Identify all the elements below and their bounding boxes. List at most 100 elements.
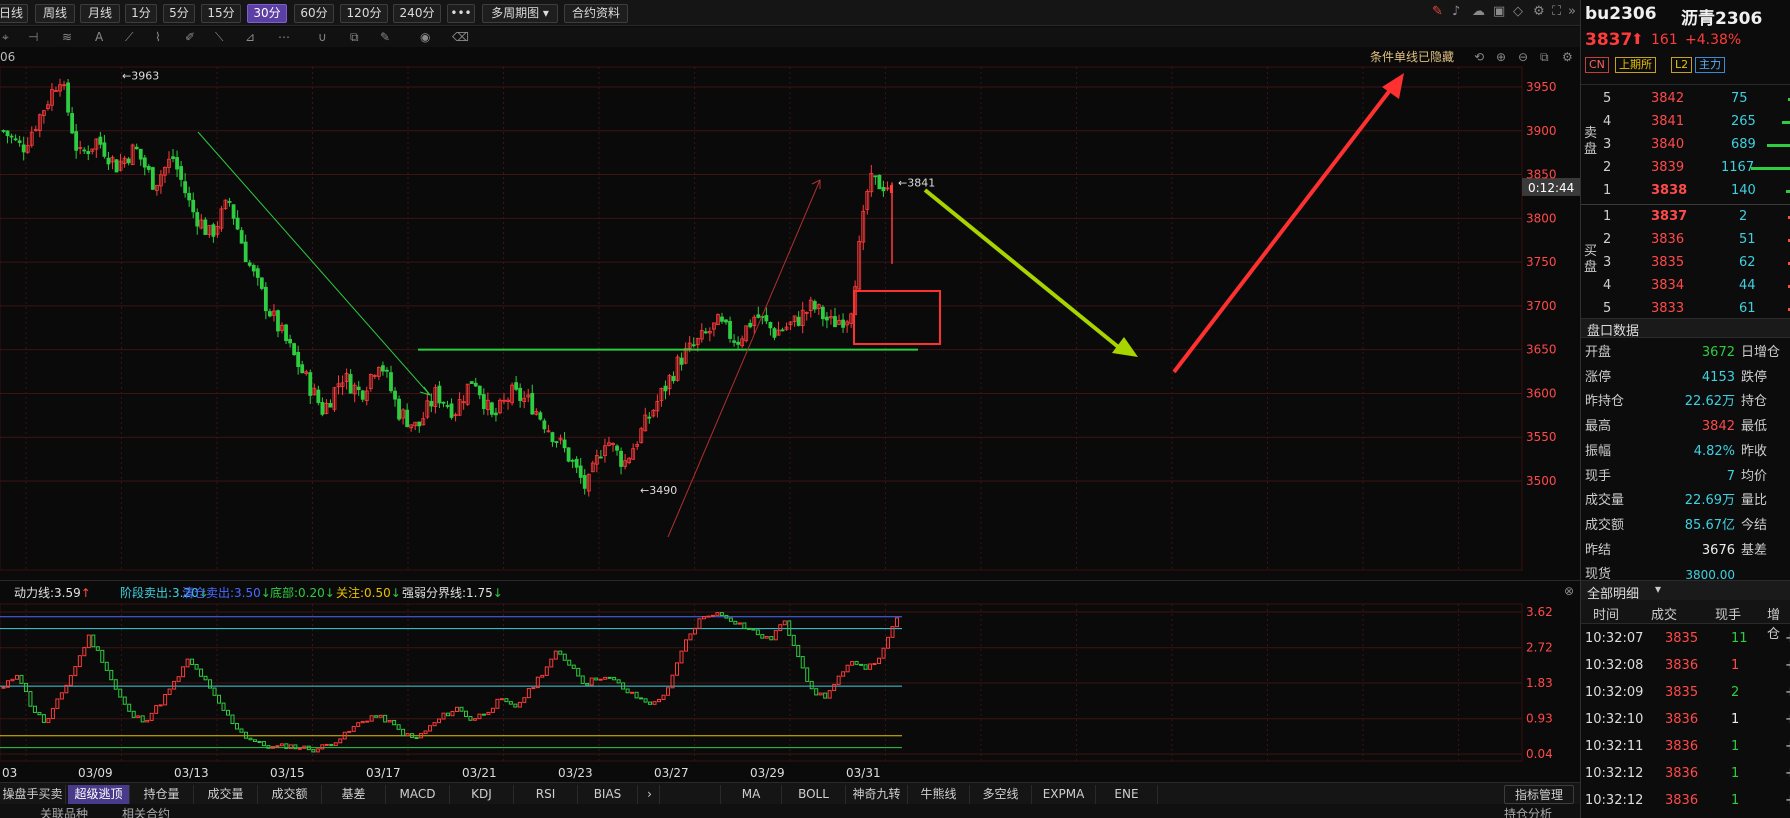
tab-volume[interactable]: 成交量 <box>194 785 258 804</box>
trade-row[interactable]: 10:32:12 3836 1 + <box>1581 790 1790 812</box>
bid-level-3[interactable]: 3 3835 62 <box>1581 252 1790 274</box>
ask-level-4[interactable]: 4 3841 265 <box>1581 111 1790 133</box>
hidden-order-line-notice[interactable]: 条件单线已隐藏 <box>1370 50 1454 64</box>
tab-rsi[interactable]: RSI <box>514 785 578 804</box>
period-60min-button[interactable]: 60分 <box>294 4 334 23</box>
candle-body <box>780 329 785 332</box>
trade-row[interactable]: 10:32:10 3836 1 + <box>1581 709 1790 731</box>
indicator-bar <box>782 620 787 626</box>
ray-tool-icon[interactable]: ⟍ <box>215 30 223 45</box>
trade-row[interactable]: 10:32:12 3836 1 + <box>1581 763 1790 785</box>
tab-long-short[interactable]: 多空线 <box>970 785 1032 804</box>
camera-icon[interactable]: ▣ <box>1493 5 1505 19</box>
period-daily-button[interactable]: 日线 <box>0 4 28 23</box>
close-indicator-icon[interactable]: ⊗ <box>1564 584 1574 598</box>
refresh-icon[interactable]: ⟲ <box>1474 50 1484 64</box>
tab-open-interest[interactable]: 持仓量 <box>130 785 194 804</box>
copy-icon[interactable]: ⧉ <box>350 30 359 45</box>
trend-tool-icon[interactable]: ⟋ <box>125 30 133 45</box>
candle-body <box>235 217 240 230</box>
tab-ma[interactable]: MA <box>720 785 782 804</box>
period-5min-button[interactable]: 5分 <box>163 4 195 23</box>
symbol-fragment: 06 <box>0 50 15 64</box>
period-240min-button[interactable]: 240分 <box>393 4 441 23</box>
bid-level-5[interactable]: 5 3833 61 <box>1581 298 1790 320</box>
period-30min-button[interactable]: 30分 <box>247 4 287 23</box>
eraser-icon[interactable]: ◇ <box>1513 5 1523 19</box>
candle-body <box>146 166 151 170</box>
tab-macd[interactable]: MACD <box>386 785 450 804</box>
ask-level-2[interactable]: 2 3839 1167 <box>1581 157 1790 179</box>
candle-body <box>574 458 579 468</box>
period-1min-button[interactable]: 1分 <box>125 4 157 23</box>
more-tools-icon[interactable]: ⋯ <box>278 30 290 44</box>
period-monthly-button[interactable]: 月线 <box>80 4 120 23</box>
tabs-next-icon[interactable]: › <box>640 785 660 804</box>
candle-body <box>570 459 575 462</box>
tab-bias[interactable]: BIAS <box>578 785 638 804</box>
eye-icon[interactable]: ◉ <box>420 30 430 44</box>
period-120min-button[interactable]: 120分 <box>340 4 388 23</box>
indicator-bar <box>463 710 468 718</box>
zoom-in-icon[interactable]: ⊕ <box>1496 50 1506 64</box>
cloud-icon[interactable]: ☁ <box>1472 5 1485 19</box>
indicator-tick-label: 0.04 <box>1526 747 1553 761</box>
fullscreen-icon[interactable]: ⛶ <box>1552 5 1561 19</box>
tab-trader-buysell[interactable]: 操盘手买卖 <box>0 785 66 804</box>
bid-level-4[interactable]: 4 3834 44 <box>1581 275 1790 297</box>
pen-red-icon[interactable]: ✎ <box>1432 5 1443 19</box>
period-weekly-button[interactable]: 周线 <box>35 4 75 23</box>
collapse-icon[interactable]: » <box>1568 5 1576 19</box>
position-analysis-button[interactable]: 持仓分析 <box>1504 805 1552 818</box>
ask-level-1[interactable]: 1 3838 140 <box>1581 180 1790 202</box>
indicator-manage-button[interactable]: 指标管理 <box>1504 785 1574 804</box>
brush-tool-icon[interactable]: ✐ <box>185 30 195 44</box>
measure-tool-icon[interactable]: ⊿ <box>245 30 255 44</box>
bid-level-2[interactable]: 2 3836 51 <box>1581 229 1790 251</box>
price-chart[interactable]: ←3963 ←3490 ←3841 0:12:44 3950 3900 3850 3800… <box>0 47 1580 580</box>
trade-row[interactable]: 10:32:11 3836 1 + <box>1581 736 1790 758</box>
tab-expma[interactable]: EXPMA <box>1032 785 1096 804</box>
indicator-chart[interactable]: 03 03/09 03/13 03/15 03/17 03/21 03/23 03/27 03/… <box>0 602 1580 782</box>
more-periods-button[interactable]: ••• <box>447 4 475 23</box>
related-contract-tab[interactable]: 相关合约 <box>122 805 170 818</box>
tab-boll[interactable]: BOLL <box>782 785 846 804</box>
tab-bull-bear[interactable]: 牛熊线 <box>908 785 970 804</box>
ask-level-3[interactable]: 3 3840 689 <box>1581 134 1790 156</box>
indicator-bar <box>863 664 868 670</box>
indicator-bar <box>805 667 810 682</box>
contract-info-button[interactable]: 合约资料 <box>564 4 628 23</box>
tab-ene[interactable]: ENE <box>1096 785 1158 804</box>
cursor-icon[interactable]: ⌖ <box>2 30 9 45</box>
candle-body <box>126 158 131 164</box>
tab-kdj[interactable]: KDJ <box>450 785 514 804</box>
tab-turnover[interactable]: 成交额 <box>258 785 322 804</box>
window-icon[interactable]: ⧉ <box>1540 50 1549 64</box>
legend-label: 关注:0.50 <box>336 586 391 600</box>
tab-super-escape[interactable]: 超级逃顶 <box>68 785 130 804</box>
settings-icon[interactable]: ⚙ <box>1533 5 1545 19</box>
trade-row[interactable]: 10:32:08 3836 1 + <box>1581 655 1790 677</box>
line-tool-icon[interactable]: ⊣ <box>28 30 38 44</box>
trade-row[interactable]: 10:32:07 3835 11 + <box>1581 628 1790 650</box>
bid-level-1[interactable]: 1 3837 2 <box>1581 206 1790 228</box>
caret-down-icon[interactable]: ▾ <box>1655 582 1661 596</box>
market-data-value: 22.69万 <box>1684 493 1735 509</box>
ask-level-5[interactable]: 5 3842 75 <box>1581 88 1790 110</box>
related-product-tab[interactable]: 关联品种 <box>40 805 88 818</box>
trade-row[interactable]: 10:32:09 3835 2 + <box>1581 682 1790 704</box>
text-tool-icon[interactable]: A <box>95 30 103 44</box>
bell-icon[interactable]: ♪ <box>1452 5 1460 19</box>
wave-tool-icon[interactable]: ⌇ <box>155 30 161 44</box>
fib-tool-icon[interactable]: ≋ <box>62 30 72 44</box>
tab-basis[interactable]: 基差 <box>322 785 386 804</box>
multi-period-dropdown[interactable]: 多周期图 ▾ <box>482 4 558 23</box>
market-data-label-2: 昨收 <box>1741 443 1768 459</box>
zoom-out-icon[interactable]: ⊖ <box>1518 50 1528 64</box>
chart-settings-icon[interactable]: ⚙ <box>1562 50 1573 64</box>
edit-icon[interactable]: ✎ <box>380 30 390 44</box>
period-15min-button[interactable]: 15分 <box>201 4 241 23</box>
tab-magic-nine[interactable]: 神奇九转 <box>846 785 908 804</box>
trash-icon[interactable]: ⌫ <box>452 30 469 44</box>
magnet-icon[interactable]: ∪ <box>318 30 327 44</box>
